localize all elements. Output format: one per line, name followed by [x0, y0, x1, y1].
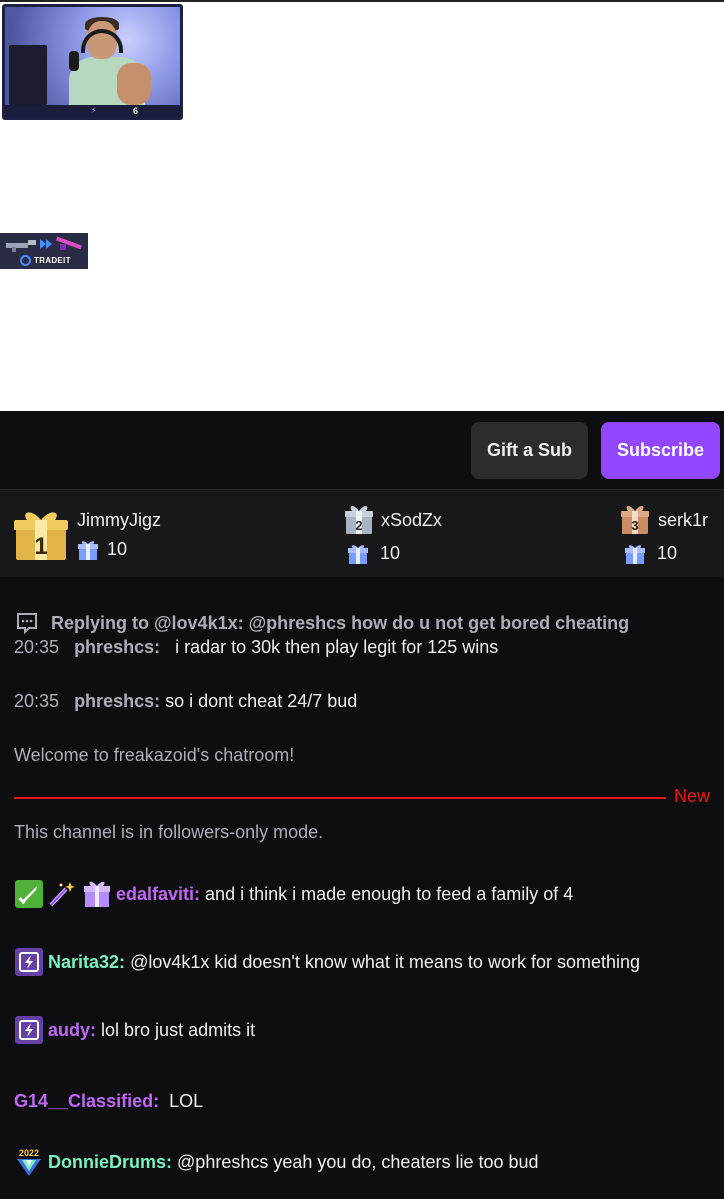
prime-lightning-badge-icon — [15, 948, 43, 976]
svg-text:3: 3 — [631, 518, 638, 533]
tradeit-logo-icon — [20, 254, 31, 266]
gift-icon — [625, 545, 645, 564]
chat-message[interactable]: 20:35 phreshcs: i radar to 30k then play… — [14, 637, 498, 658]
prime-lightning-badge-icon — [15, 1016, 43, 1044]
webcam-counter: 6 — [132, 106, 138, 116]
gift-sub-badge-icon — [84, 881, 110, 907]
timestamp: 20:35 — [14, 691, 60, 711]
weapons-icon — [6, 236, 82, 252]
year-2022-badge-icon: 2022 — [17, 1148, 41, 1176]
subscribe-button[interactable]: Subscribe — [601, 422, 720, 479]
gift-icon — [78, 541, 98, 560]
new-messages-label: New — [674, 786, 711, 806]
silver-gift-rank-icon: 2 — [345, 506, 373, 534]
chat-message[interactable]: edalfaviti: and i think i made enough to… — [14, 877, 573, 911]
message-text: @phreshcs yeah you do, cheaters lie too … — [177, 1151, 539, 1172]
followers-only-notice: This channel is in followers-only mode. — [14, 822, 324, 842]
leaderboard-entry-3[interactable]: 3 serk1r 10 — [616, 490, 724, 578]
chat-username[interactable]: edalfaviti: — [116, 884, 200, 905]
gift-count: 10 — [380, 543, 401, 563]
chat-message[interactable]: G14__Classified: LOL — [14, 1091, 203, 1112]
svg-text:2: 2 — [355, 518, 362, 533]
message-text: i radar to 30k then play legit for 125 w… — [175, 637, 499, 657]
verified-sword-badge-icon — [15, 880, 43, 908]
message-text: @lov4k1x kid doesn't know what it means … — [130, 951, 641, 972]
message-text: and i think i made enough to feed a fami… — [205, 883, 574, 904]
reply-header: Replying to @lov4k1x: @phreshcs how do u… — [51, 612, 630, 633]
welcome-message: Welcome to freakazoid's chatroom! — [14, 745, 295, 765]
chat-username[interactable]: DonnieDrums: — [48, 1152, 172, 1173]
video-player[interactable]: ⚡ 6 TRADEIT — [0, 0, 724, 411]
reply-bubble-icon — [17, 613, 37, 635]
gift-count: 10 — [107, 539, 128, 559]
chat-username[interactable]: audy: — [48, 1020, 96, 1041]
gift-count: 10 — [657, 543, 678, 563]
subscription-actions: Gift a Sub Subscribe — [0, 411, 724, 489]
sponsor-name: TRADEIT — [34, 255, 71, 265]
chat-message[interactable]: audy: lol bro just admits it — [14, 1013, 255, 1047]
new-messages-divider — [14, 797, 666, 799]
chat-message[interactable]: 20:35 phreshcs: so i dont cheat 24/7 bud — [14, 691, 357, 712]
chat-message[interactable]: 2022 DonnieDrums: @phreshcs yeah you do,… — [14, 1145, 539, 1179]
chat-username[interactable]: phreshcs: — [74, 691, 160, 711]
sponsor-banner[interactable]: TRADEIT — [0, 233, 88, 269]
leaderboard-entry-1[interactable]: 1 JimmyJigz 10 — [0, 490, 300, 578]
chat-panel: Gift a Sub Subscribe 1 JimmyJigz 10 2 xS… — [0, 411, 724, 1199]
gifter-name: JimmyJigz — [77, 510, 161, 530]
sparkle-wand-badge-icon — [49, 882, 75, 907]
timestamp: 20:35 — [14, 637, 60, 657]
gifter-name: xSodZx — [381, 510, 443, 530]
top-border — [0, 0, 724, 2]
gift-sub-button[interactable]: Gift a Sub — [471, 422, 588, 479]
gold-gift-rank-icon: 1 — [14, 512, 68, 560]
message-text: LOL — [169, 1091, 204, 1111]
streamer-webcam: ⚡ 6 — [2, 4, 183, 120]
chat-messages: Replying to @lov4k1x: @phreshcs how do u… — [0, 577, 724, 1199]
message-text: lol bro just admits it — [101, 1019, 256, 1040]
lightning-icon: ⚡ — [91, 106, 97, 115]
chat-username[interactable]: Narita32: — [48, 952, 125, 973]
bronze-gift-rank-icon: 3 — [621, 506, 649, 534]
gifter-name: serk1r — [658, 510, 709, 530]
message-text: so i dont cheat 24/7 bud — [165, 691, 358, 711]
chat-message[interactable]: Narita32: @lov4k1x kid doesn't know what… — [14, 945, 640, 979]
gift-icon — [348, 545, 368, 564]
chat-username[interactable]: G14__Classified: — [14, 1091, 159, 1111]
svg-text:1: 1 — [34, 533, 47, 560]
reply-context[interactable]: Replying to @lov4k1x: @phreshcs how do u… — [14, 611, 629, 635]
chat-username[interactable]: phreshcs: — [74, 637, 160, 657]
leaderboard-entry-2[interactable]: 2 xSodZx 10 — [340, 490, 600, 578]
svg-text:2022: 2022 — [19, 1148, 39, 1158]
gift-leaderboard: 1 JimmyJigz 10 2 xSodZx 10 3 serk1r 10 — [0, 489, 724, 577]
